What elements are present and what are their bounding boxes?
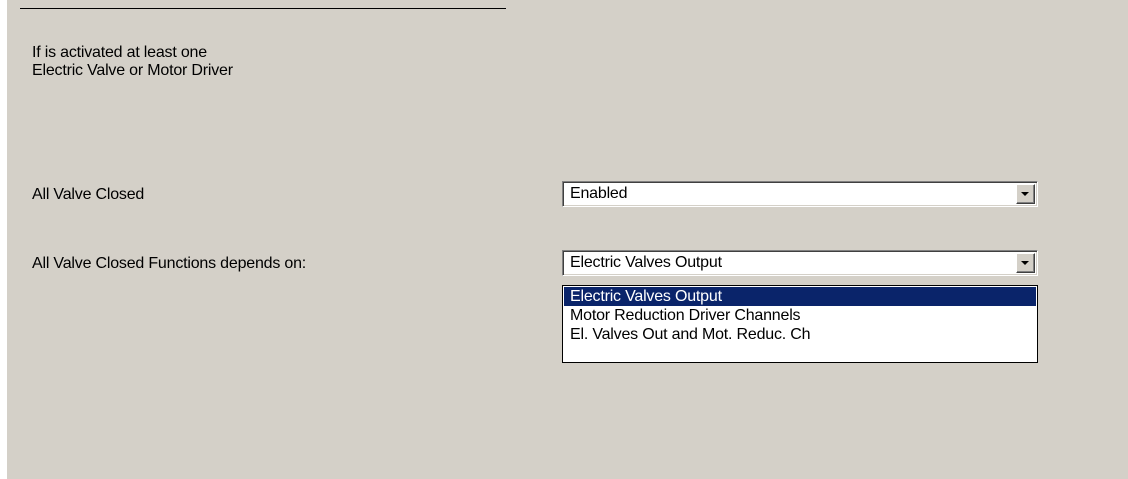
depends-on-value: Electric Valves Output	[570, 254, 722, 271]
chevron-down-icon	[1021, 192, 1029, 196]
all-valve-closed-value: Enabled	[570, 185, 628, 202]
depends-on-dropdown-list: Electric Valves Output Motor Reduction D…	[562, 285, 1038, 363]
info-line-1: If is activated at least one	[32, 44, 207, 61]
dropdown-option-motor-reduction-driver-channels[interactable]: Motor Reduction Driver Channels	[564, 306, 1036, 325]
separator-line	[20, 8, 506, 9]
all-valve-closed-dropdown-button[interactable]	[1016, 184, 1035, 204]
dropdown-option-el-valves-and-mot-reduc[interactable]: El. Valves Out and Mot. Reduc. Ch	[564, 325, 1036, 344]
all-valve-closed-label: All Valve Closed	[32, 186, 145, 203]
dropdown-option-electric-valves-output[interactable]: Electric Valves Output	[564, 287, 1036, 306]
chevron-down-icon	[1021, 261, 1029, 265]
info-text: If is activated at least one Electric Va…	[32, 44, 233, 80]
depends-on-select[interactable]: Electric Valves Output	[562, 250, 1038, 276]
info-line-2: Electric Valve or Motor Driver	[32, 62, 233, 79]
depends-on-dropdown-button[interactable]	[1016, 253, 1035, 273]
parameter-panel: If is activated at least one Electric Va…	[7, 0, 1128, 479]
all-valve-closed-select[interactable]: Enabled	[562, 181, 1038, 207]
depends-on-label: All Valve Closed Functions depends on:	[32, 255, 307, 272]
